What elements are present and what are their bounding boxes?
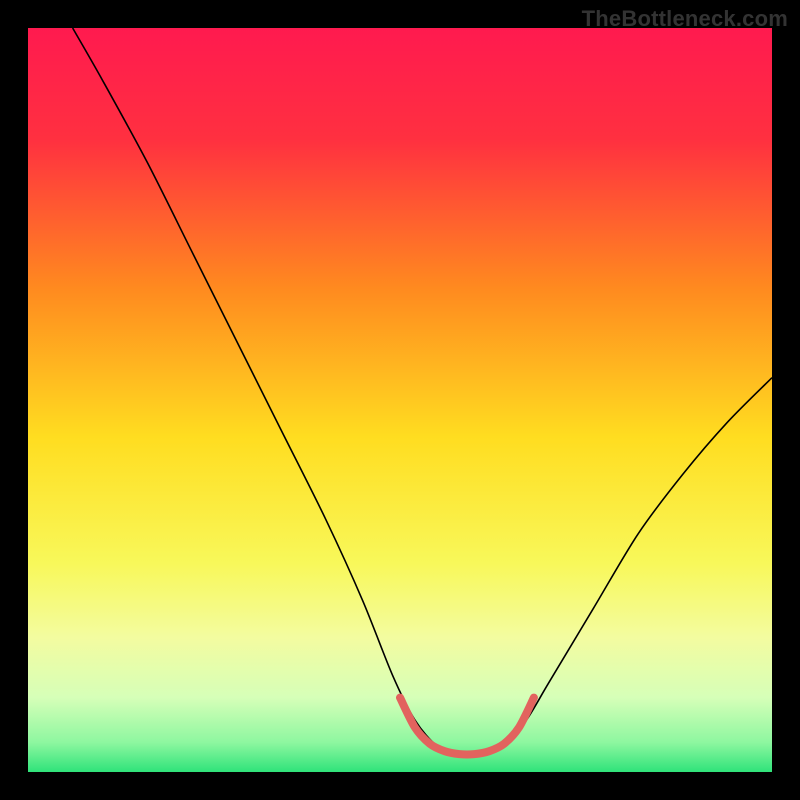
watermark-text: TheBottleneck.com [582,6,788,32]
chart-background [28,28,772,772]
chart-frame: TheBottleneck.com [0,0,800,800]
bottleneck-chart [28,28,772,772]
